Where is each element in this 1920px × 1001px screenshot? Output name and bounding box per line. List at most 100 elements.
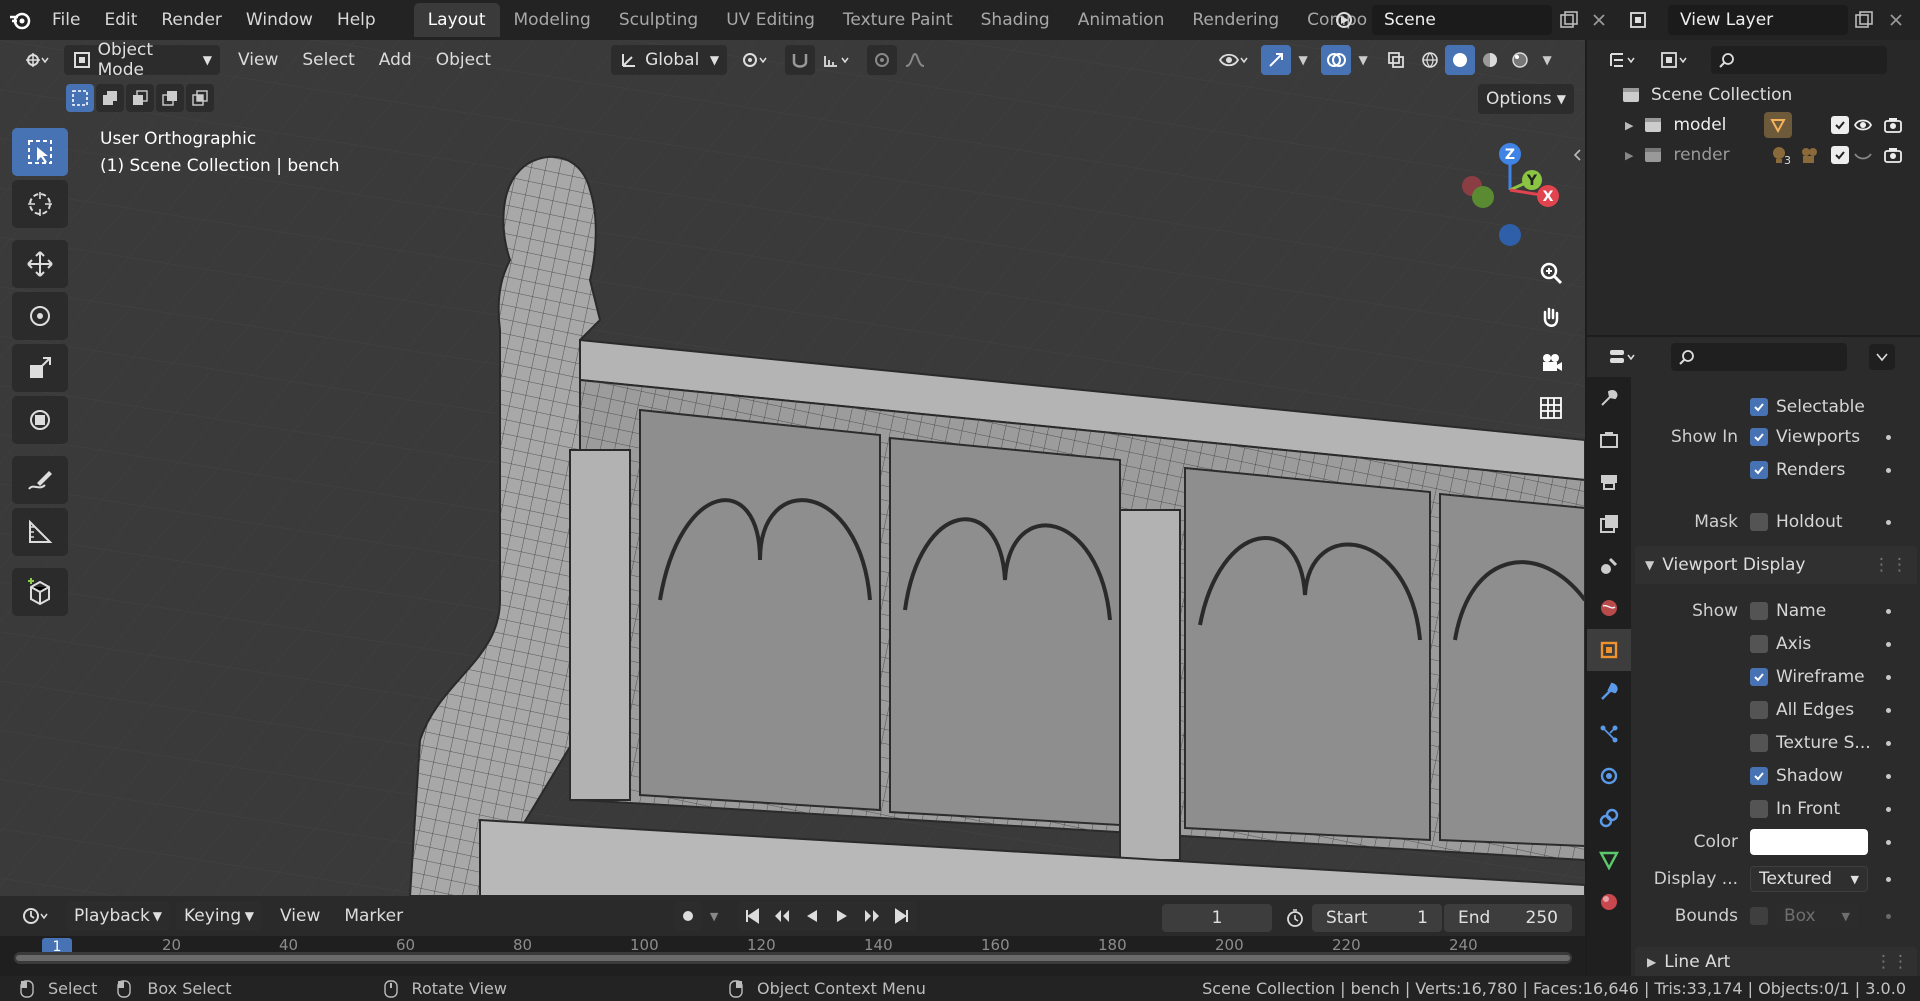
timeline-menu-marker[interactable]: Marker — [332, 906, 415, 926]
xray-toggle-icon[interactable] — [1381, 45, 1411, 75]
selectable-checkbox[interactable] — [1750, 398, 1768, 416]
move-tool-icon[interactable] — [12, 240, 68, 288]
frame-ruler[interactable]: 20 40 60 80 100 120 140 160 180 200 220 240 1 — [0, 936, 1585, 976]
tab-uv-editing[interactable]: UV Editing — [712, 3, 829, 37]
select-new-icon[interactable] — [66, 84, 94, 112]
delete-scene-icon[interactable] — [1585, 6, 1613, 34]
physics-tab-icon[interactable] — [1587, 755, 1631, 797]
properties-editor-type-icon[interactable] — [1601, 342, 1645, 372]
camera-view-icon[interactable] — [1532, 344, 1570, 382]
editor-type-icon[interactable] — [14, 45, 58, 75]
next-keyframe-icon[interactable] — [857, 901, 887, 931]
display-mode-icon[interactable] — [1653, 45, 1697, 75]
eye-closed-icon[interactable] — [1853, 145, 1873, 165]
preview-range-icon[interactable] — [1280, 904, 1310, 932]
tool-settings-tab-icon[interactable] — [1587, 377, 1631, 419]
keyframe-dot-icon[interactable] — [1886, 434, 1891, 440]
keyframe-dot-icon[interactable] — [1886, 876, 1891, 882]
keying-dropdown[interactable]: Keying ▼ — [176, 901, 262, 931]
3d-viewport[interactable]: Object Mode ▼ View Select Add Object Glo… — [0, 40, 1585, 896]
particles-tab-icon[interactable] — [1587, 713, 1631, 755]
camera-render-icon[interactable] — [1883, 145, 1903, 165]
sidebar-expand-icon[interactable] — [1568, 140, 1585, 170]
outliner-item-render[interactable]: ▶ render 3 — [1587, 140, 1920, 170]
object-tab-icon[interactable] — [1587, 629, 1631, 671]
render-exclude-checkbox[interactable] — [1831, 146, 1849, 164]
overlays-toggle-icon[interactable] — [1321, 45, 1352, 75]
keyframe-dot-icon[interactable] — [1886, 519, 1891, 525]
snap-target-icon[interactable] — [815, 45, 859, 75]
keyframe-dot-icon[interactable] — [1886, 467, 1891, 473]
menu-window[interactable]: Window — [234, 0, 325, 40]
keyframe-dot-icon[interactable] — [1886, 806, 1891, 812]
shading-options-icon[interactable]: ▼ — [1535, 45, 1559, 75]
options-dropdown[interactable]: Options ▼ — [1478, 84, 1574, 114]
output-tab-icon[interactable] — [1587, 461, 1631, 503]
neg-z-axis-icon[interactable] — [1499, 224, 1521, 246]
tab-shading[interactable]: Shading — [967, 3, 1064, 37]
timeline-menu-view[interactable]: View — [268, 906, 332, 926]
texture-space-checkbox[interactable] — [1750, 734, 1768, 752]
keyframe-dot-icon[interactable] — [1886, 740, 1891, 746]
menu-help[interactable]: Help — [325, 0, 388, 40]
select-box-tool-icon[interactable] — [12, 128, 68, 176]
start-frame-field[interactable]: Start 1 — [1312, 904, 1442, 932]
eye-icon[interactable] — [1853, 115, 1873, 135]
blender-logo-icon[interactable] — [0, 0, 40, 40]
transform-orientation-dropdown[interactable]: Global ▼ — [611, 45, 728, 75]
scene-tab-icon[interactable] — [1587, 545, 1631, 587]
pivot-point-icon[interactable] — [733, 45, 777, 75]
name-checkbox[interactable] — [1750, 602, 1768, 620]
rotate-tool-icon[interactable] — [12, 292, 68, 340]
snap-toggle-icon[interactable] — [785, 45, 816, 75]
select-invert-icon[interactable] — [156, 84, 184, 112]
end-frame-field[interactable]: End 250 — [1444, 904, 1572, 932]
drag-handle-icon[interactable]: ⋮⋮ — [1873, 555, 1909, 575]
transform-tool-icon[interactable] — [12, 396, 68, 444]
wireframe-shading-icon[interactable] — [1415, 45, 1445, 75]
tab-animation[interactable]: Animation — [1064, 3, 1179, 37]
keyframe-dot-icon[interactable] — [1886, 913, 1891, 919]
solid-shading-icon[interactable] — [1445, 45, 1476, 75]
properties-search-input[interactable] — [1671, 343, 1847, 371]
select-extend-icon[interactable] — [96, 84, 124, 112]
menu-file[interactable]: File — [40, 0, 92, 40]
wireframe-checkbox[interactable] — [1750, 668, 1768, 686]
mesh-data-icon[interactable] — [1764, 112, 1792, 138]
perspective-toggle-icon[interactable] — [1532, 389, 1570, 427]
viewports-checkbox[interactable] — [1750, 428, 1768, 446]
drag-handle-icon[interactable]: ⋮⋮ — [1875, 952, 1909, 972]
world-tab-icon[interactable] — [1587, 587, 1631, 629]
menu-render[interactable]: Render — [149, 0, 234, 40]
timeline-scrollbar[interactable] — [14, 952, 1572, 964]
visibility-icon[interactable] — [1211, 45, 1255, 75]
overlays-options-icon[interactable]: ▼ — [1351, 45, 1375, 75]
outliner-search-input[interactable] — [1711, 46, 1887, 74]
falloff-icon[interactable] — [897, 45, 941, 75]
select-intersect-icon[interactable] — [186, 84, 214, 112]
constraints-tab-icon[interactable] — [1587, 797, 1631, 839]
menu-edit[interactable]: Edit — [92, 0, 149, 40]
measure-tool-icon[interactable] — [12, 508, 68, 556]
viewport-display-panel-header[interactable]: ▼ Viewport Display ⋮⋮ — [1635, 546, 1917, 584]
keyframe-dot-icon[interactable] — [1886, 839, 1891, 845]
expand-arrow-icon[interactable]: ▶ — [1625, 119, 1633, 132]
menu-select[interactable]: Select — [290, 50, 366, 70]
keyframe-dot-icon[interactable] — [1886, 641, 1891, 647]
mode-dropdown[interactable]: Object Mode ▼ — [64, 40, 220, 80]
rendered-shading-icon[interactable] — [1505, 45, 1535, 75]
render-tab-icon[interactable] — [1587, 419, 1631, 461]
outliner-item-model[interactable]: ▶ model — [1587, 110, 1920, 140]
model-exclude-checkbox[interactable] — [1831, 116, 1849, 134]
new-view-layer-icon[interactable] — [1850, 6, 1878, 34]
object-data-tab-icon[interactable] — [1587, 839, 1631, 881]
playback-dropdown[interactable]: Playback ▼ — [66, 901, 170, 931]
color-swatch[interactable] — [1750, 829, 1868, 855]
expand-arrow-icon[interactable]: ▶ — [1625, 149, 1633, 162]
scene-name-field[interactable]: Scene — [1372, 5, 1552, 35]
keyframe-dot-icon[interactable] — [1886, 674, 1891, 680]
material-tab-icon[interactable] — [1587, 881, 1631, 923]
gizmo-toggle-icon[interactable] — [1261, 45, 1292, 75]
jump-start-icon[interactable] — [737, 901, 767, 931]
pan-hand-icon[interactable] — [1532, 299, 1570, 337]
